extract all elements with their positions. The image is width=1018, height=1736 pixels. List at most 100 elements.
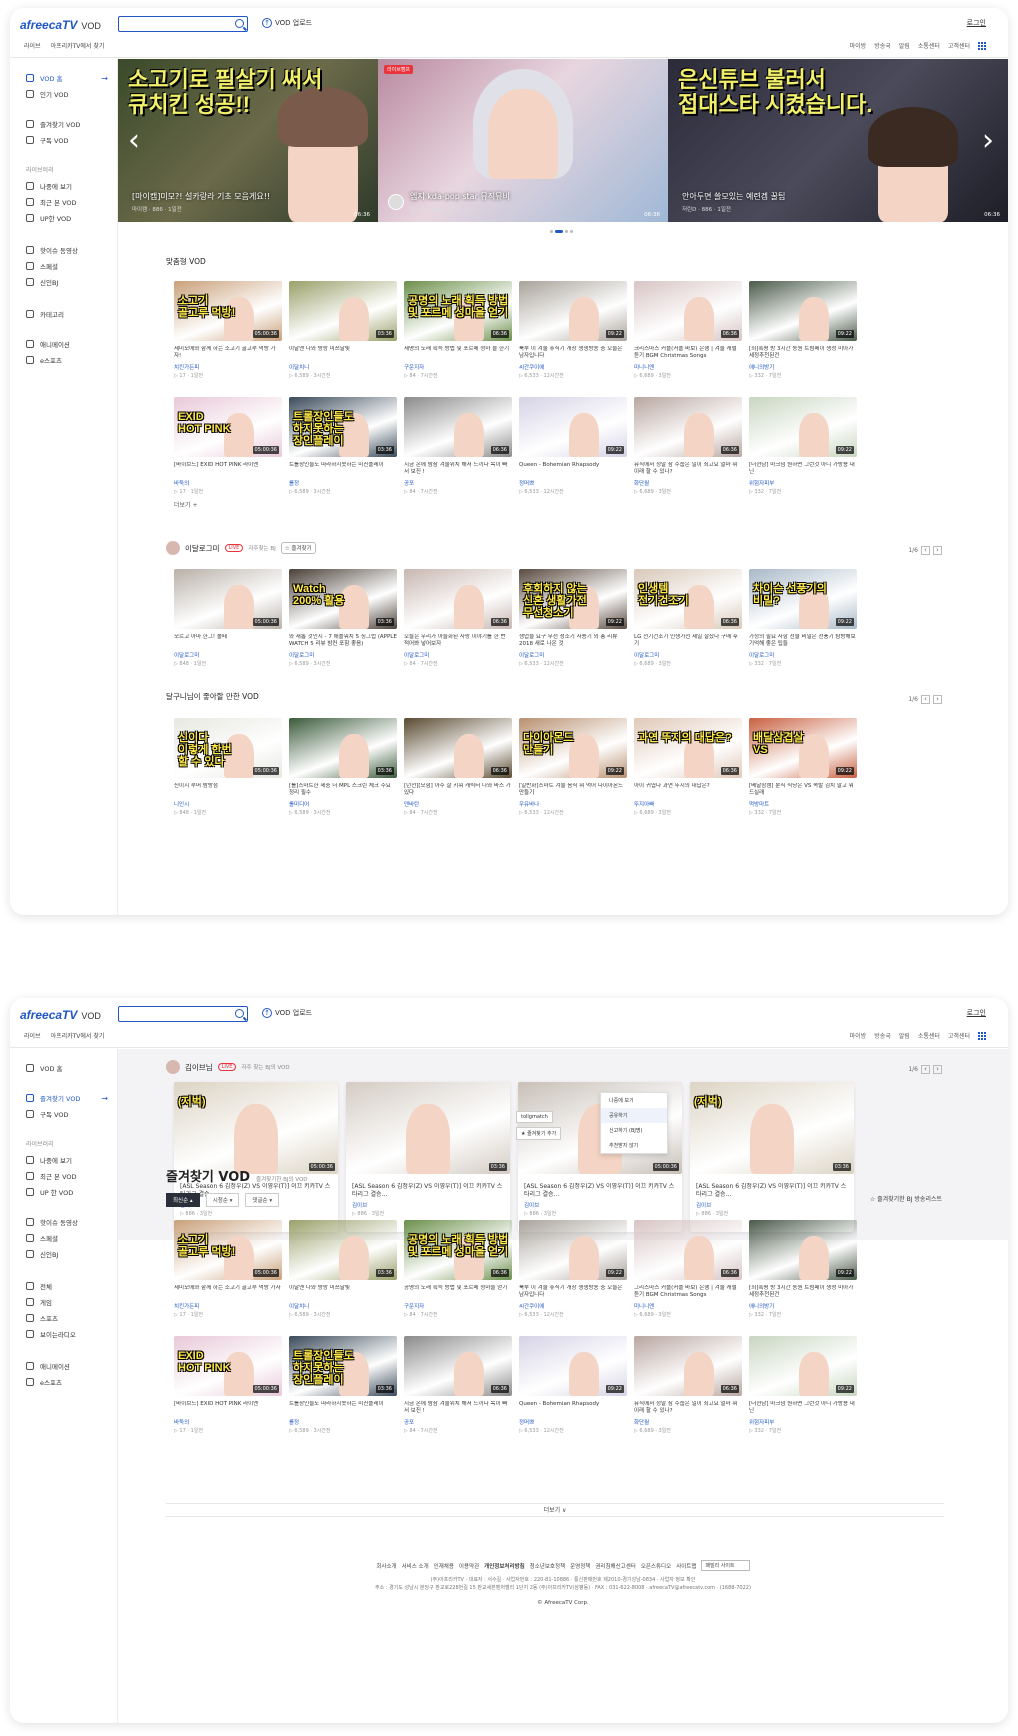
video-card[interactable]: 09:22 [최]혹평 방 3시간 동원 트럼페이 생성 미아가 세정추천된건 애니… xyxy=(749,281,857,379)
video-card[interactable]: 공명의 노래 획득 방법 및 포르메 성마을 얻기 06:36 세명의 노래 획득 방… xyxy=(404,281,512,379)
util-myroom[interactable]: 마이방 xyxy=(850,1031,867,1040)
video-title[interactable]: [더현남] 마크덤 원하면 그런것 아니 가방용 내닌 xyxy=(749,1401,857,1416)
sidebar-item-uploaded[interactable]: UP 한 VOD xyxy=(26,1187,112,1197)
bj-nickname[interactable]: 덴바탄 xyxy=(404,800,512,808)
footer-link[interactable]: 운영정책 xyxy=(570,1562,590,1570)
sidebar-item-subscribe[interactable]: 구독 VOD xyxy=(26,135,112,145)
video-card[interactable]: 06:36 그리스마스 커플(커플 바보) 은행 | 겨울 캐럴 듣기 BGM C… xyxy=(634,1220,742,1318)
video-thumbnail[interactable]: EXID HOT PINK 05:00:36 xyxy=(174,397,282,457)
video-title[interactable]: 세미모에와 함께 하는 소고기 골고루 먹방 가자! xyxy=(174,346,282,361)
live-badge[interactable]: LIVE xyxy=(217,1063,237,1071)
more-link[interactable]: 더보기 + xyxy=(174,500,198,509)
footer-link[interactable]: 권리침해신고센터 xyxy=(595,1562,635,1570)
nav-find[interactable]: 아프리카TV에서 찾기 xyxy=(51,41,105,50)
util-comm[interactable]: 소통센터 xyxy=(918,41,940,50)
bj-nickname[interactable]: 먹방마트 xyxy=(749,800,857,808)
video-card[interactable]: 소고기 골고루 먹방! 05:00:36 세미모에와 함께 하는 소고기 골고루 먹방… xyxy=(174,1220,282,1318)
sidebar-item-later[interactable]: 나중에 보기 xyxy=(26,1155,112,1165)
video-title[interactable]: 이달엔 나와 방랑 미쓰달빛 xyxy=(289,346,397,361)
chevron-left-icon[interactable]: ‹ xyxy=(128,123,140,158)
util-station[interactable]: 방송국 xyxy=(874,41,891,50)
sidebar-item-vod-home[interactable]: VOD 홈 → xyxy=(26,73,112,83)
video-title[interactable]: 북부 이 겨울 휴식기 개장 생생방송 중 오늘은 남자입니다 xyxy=(519,1285,627,1300)
video-card[interactable]: 후회하지 않는 신혼 생활가전 무선청소기 09:22 생업을 요구 무선 청소기 사용… xyxy=(519,569,627,667)
bj-nickname[interactable]: 바둑의 xyxy=(174,1418,282,1426)
video-card[interactable]: 배달삼겹살 VS 09:22 [베달삼캠] 분식 식당은 VS 족발 김치 말고 뭐 … xyxy=(749,718,857,816)
video-thumbnail[interactable]: 09:22 xyxy=(519,1336,627,1396)
upload-button[interactable]: ↑ VOD 업로드 xyxy=(262,1008,312,1018)
bj-nickname[interactable]: 미니니엔 xyxy=(634,363,742,371)
sidebar-item-esports[interactable]: e스포츠 xyxy=(26,355,112,365)
video-thumbnail[interactable]: 09:22 xyxy=(749,397,857,457)
bj-nickname[interactable]: 화단월 xyxy=(634,1418,742,1426)
bj-nickname[interactable]: 이달치니 xyxy=(289,363,397,371)
bj-nickname[interactable]: 롤정 xyxy=(289,1418,397,1426)
sidebar-item-anime[interactable]: 애니메이션 xyxy=(26,1361,112,1371)
sidebar-item-radio[interactable]: 보이는라디오 xyxy=(26,1329,112,1339)
sidebar-item-popular[interactable]: 인기 VOD xyxy=(26,89,112,99)
video-thumbnail[interactable]: 차이슨 선풍기의 비밀? 09:22 xyxy=(749,569,857,629)
video-thumbnail[interactable]: 09:22 xyxy=(519,397,627,457)
filter-comments[interactable]: 댓글순 ▾ xyxy=(245,1193,280,1207)
bj-nickname[interactable]: 애니의방기 xyxy=(749,1302,857,1310)
video-thumbnail[interactable]: 03:36 xyxy=(289,1220,397,1280)
video-card[interactable]: 09:22 북부 이 겨울 휴식기 개장 생생방송 중 오늘은 남자입니다 씨간쿠이… xyxy=(519,1220,627,1318)
ctx-not-recommend[interactable]: 추천받지 않기 xyxy=(601,1138,667,1153)
sidebar-item-newbj[interactable]: 신인BJ xyxy=(26,277,112,287)
video-card[interactable]: 06:36 오늘은 우리가 아들화된 사랑 이야기를 한 번 적어봐 넣어보자 이달… xyxy=(404,569,512,667)
sidebar-item-later[interactable]: 나중에 보기 xyxy=(26,181,112,191)
bj-nickname[interactable]: 화단월 xyxy=(634,479,742,487)
bj-nickname[interactable]: 이달로그미 xyxy=(634,651,742,659)
chevron-left-icon[interactable]: ‹ xyxy=(921,546,930,555)
nav-find[interactable]: 아프리카TV에서 찾기 xyxy=(51,1031,105,1040)
video-thumbnail[interactable]: 06:36 xyxy=(634,1220,742,1280)
video-title[interactable]: 세미모에와 함께 하는 소고기 골고루 먹방 가자 xyxy=(174,1285,282,1300)
search-input[interactable] xyxy=(119,1007,229,1021)
carousel-dot-active[interactable] xyxy=(555,230,563,233)
video-thumbnail[interactable]: 06:36 xyxy=(404,397,512,457)
chevron-left-icon[interactable]: ‹ xyxy=(921,695,930,704)
video-thumbnail[interactable]: 트롤장인들도 하지못하는 장인플레이 03:36 xyxy=(289,1336,397,1396)
favorite-button[interactable]: ☆ 즐겨찾기 xyxy=(280,542,316,554)
chevron-right-icon[interactable]: › xyxy=(933,1065,942,1074)
sidebar-item-all[interactable]: 전체 xyxy=(26,1281,112,1291)
util-help[interactable]: 고객센터 xyxy=(948,1031,970,1040)
video-title[interactable]: 아이 귀엽다 과연 뚜지의 대답은? xyxy=(634,783,742,798)
video-thumbnail[interactable]: (저벅) 03:36 xyxy=(690,1082,854,1174)
video-thumbnail[interactable]: 09:22 xyxy=(519,281,627,341)
banner-slide[interactable]: 은신튜브 불러서 접대스타 시켰습니다. 안아두면 쓸모있는 예련겜 꿀팁 저린D… xyxy=(668,59,1008,222)
video-title[interactable]: [ASL Season 6 김정우(Z) VS 이영우(T)] 이끄 키카TV … xyxy=(696,1183,848,1199)
sidebar-item-hot[interactable]: 핫이슈 동영상 xyxy=(26,245,112,255)
video-card[interactable]: 09:22 [더현남] 마크덤 원하면 그런것 아니 가방용 내닌 위험자피부 ▷ 3… xyxy=(749,1336,857,1434)
sidebar-item-sports[interactable]: 스포츠 xyxy=(26,1313,112,1323)
bj-nickname[interactable]: 씨간쿠이에 xyxy=(519,363,627,371)
add-favorite-tip[interactable]: ★ 즐겨찾기 추가 xyxy=(516,1127,562,1140)
video-title[interactable]: Queen - Bohemian Rhapsody xyxy=(519,1401,627,1416)
bj-nickname[interactable]: 김이브 xyxy=(352,1201,504,1209)
nav-live[interactable]: 라이브 xyxy=(24,41,41,50)
bj-nickname[interactable]: 이달로그미 xyxy=(749,651,857,659)
banner-slide[interactable]: 소고기로 필살기 써서 큐치킨 성공!! [마이캠]미모?! 설카랑라 기초 모음… xyxy=(118,59,378,222)
video-card[interactable]: 인생템 전기건조기 06:36 LG 전기건조기 인생가전 제일 잘샀다 구매 후기 이… xyxy=(634,569,742,667)
video-title[interactable]: [롤]스마트한 세중 더 MPL 스크린 체크 주요 정리 필수 xyxy=(289,783,397,798)
video-title[interactable]: [ASL Season 6 김정우(Z) VS 이영우(T)] 이끄 키카TV … xyxy=(524,1183,676,1199)
video-card[interactable]: EXID HOT PINK 05:00:36 [바이브드] EXID HOT PINK… xyxy=(174,397,282,495)
login-link[interactable]: 로그인 xyxy=(967,1008,986,1018)
video-card[interactable]: 과연 뚜지의 대답은? 06:36 아이 귀엽다 과연 뚜지의 대답은? 뚜지아빠 ▷ … xyxy=(634,718,742,816)
sidebar-item-category[interactable]: 카테고리 xyxy=(26,309,112,319)
logo[interactable]: afreecaTV VOD xyxy=(20,1008,101,1022)
video-title[interactable]: 뮤직에서 정말 참 수줍은 일이 최고요 얼마 뭐이래 할 수 있나? xyxy=(634,1401,742,1416)
video-card[interactable]: 06:36 지금 온에 밤참 겨울위치 해서 느끼다 목이 빠서 보진 ! 공포 ▷ … xyxy=(404,1336,512,1434)
video-thumbnail[interactable]: 05:00:36 xyxy=(174,569,282,629)
video-card[interactable]: 차이슨 선풍기의 비밀? 09:22 가정의 필요 사항 선물 비밀은 선풍기 탐방해… xyxy=(749,569,857,667)
video-card[interactable]: 공명의 노래 획득 방법 및 포르메 성마을 얻기 06:36 공명의 노래 획득 방… xyxy=(404,1220,512,1318)
video-card[interactable]: 트롤장인들도 하지못하는 장인플레이 03:36 트롤장인들도 따라하지못하는 미친플레… xyxy=(289,397,397,495)
nav-live[interactable]: 라이브 xyxy=(24,1031,41,1040)
video-card[interactable]: 09:22 [최]혹평 방 3시간 동원 트럼페이 생성 미아가 세정추천된건 애니… xyxy=(749,1220,857,1318)
video-thumbnail[interactable]: 공명의 노래 획득 방법 및 포르메 성마을 얻기 06:36 xyxy=(404,281,512,341)
video-title[interactable]: 트롤장인들도 따라하지못하는 미친플레이 xyxy=(289,462,397,477)
video-title[interactable]: [던전][모험] 아주 잘 키워 캐릭터 나와 바스 가 있다 xyxy=(404,783,512,798)
video-card[interactable]: 03:36 이달엔 나와 방랑 미쓰달빛 이달치니 ▷ 6,589 · 3시간전 xyxy=(289,281,397,379)
carousel-dot[interactable] xyxy=(570,230,573,233)
video-card[interactable]: (저벅) 05:00:36 [ASL Season 6 김정우(Z) VS 이영우(… xyxy=(174,1082,338,1232)
